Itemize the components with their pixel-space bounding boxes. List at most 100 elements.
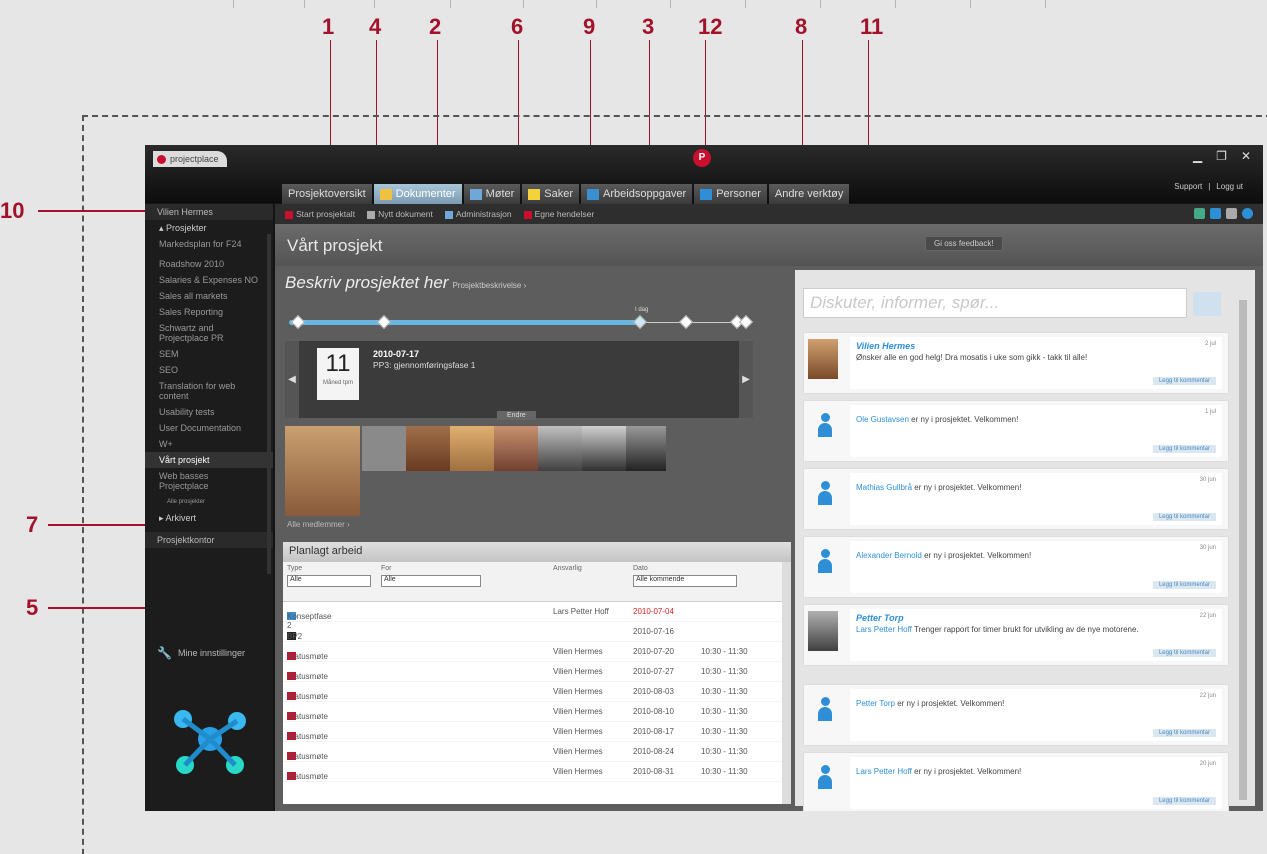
sidebar-scrollbar[interactable]	[267, 234, 271, 574]
for-select[interactable]: Alle	[381, 575, 481, 587]
planned-scrollbar[interactable]	[782, 562, 791, 804]
sidebar-item[interactable]: Schwartz and Projectplace PR	[145, 320, 273, 346]
add-comment-button[interactable]: Legg til kommentar	[1152, 649, 1216, 657]
minimize-icon[interactable]: ▁	[1193, 149, 1202, 163]
row-date: 2010-08-17	[633, 727, 674, 736]
post-mention[interactable]: Lars Petter Hoff	[856, 625, 912, 634]
milestone-marker[interactable]	[290, 314, 306, 330]
tab-documents[interactable]: Dokumenter	[373, 184, 462, 204]
member-avatar[interactable]	[582, 426, 626, 471]
close-icon[interactable]: ✕	[1241, 149, 1251, 163]
print-icon[interactable]	[1226, 208, 1237, 219]
table-row[interactable]: Statusmøte Vilien Hermes 2010-08-17 10:30 -…	[283, 722, 791, 742]
row-responsible: Vilien Hermes	[553, 727, 603, 736]
post-user-link[interactable]: Petter Torp	[856, 699, 895, 708]
post-author[interactable]: Vilien Hermes	[856, 341, 915, 351]
post-user-link[interactable]: Lars Petter Hoff	[856, 767, 912, 776]
sidebar-user[interactable]: Vilien Hermes	[145, 204, 273, 220]
sidebar-item[interactable]: Roadshow 2010	[145, 256, 273, 272]
sidebar-item[interactable]: Salaries & Expenses NO	[145, 272, 273, 288]
support-link[interactable]: Support	[1174, 182, 1202, 191]
feed-scrollbar[interactable]	[1239, 300, 1247, 800]
table-row[interactable]: Statusmøte Vilien Hermes 2010-08-03 10:30 -…	[283, 682, 791, 702]
table-row[interactable]: Statusmøte Vilien Hermes 2010-08-10 10:30 -…	[283, 702, 791, 722]
feedback-button[interactable]: Gi oss feedback!	[925, 236, 1003, 251]
milestone-next[interactable]: ▶	[739, 341, 753, 418]
type-select[interactable]: Alle	[287, 575, 371, 587]
restore-icon[interactable]: ❐	[1216, 149, 1227, 163]
member-avatar[interactable]	[285, 426, 360, 516]
callout-3: 3	[642, 14, 655, 39]
sidebar-item[interactable]: W+	[145, 436, 273, 452]
sidebar-item[interactable]: Translation for web content	[145, 378, 273, 404]
table-row[interactable]: Statusmøte Vilien Hermes 2010-07-20 10:30 -…	[283, 642, 791, 662]
add-comment-button[interactable]: Legg til kommentar	[1152, 445, 1216, 453]
milestone-marker[interactable]	[376, 314, 392, 330]
member-avatar[interactable]	[450, 426, 494, 471]
toolbar-events-link[interactable]: Egne hendelser	[523, 209, 594, 219]
sidebar-project-office[interactable]: Prosjektkontor	[145, 532, 273, 548]
member-avatar[interactable]	[406, 426, 450, 471]
sidebar-item-selected[interactable]: Vårt prosjekt	[145, 452, 273, 468]
user-avatar[interactable]	[808, 611, 838, 651]
show-all-projects[interactable]: Alle prosjekter	[145, 494, 273, 510]
project-timeline[interactable]: I dag	[289, 307, 754, 330]
toolbar-start-link[interactable]: Start prosjektalt	[285, 209, 355, 219]
sidebar-item[interactable]: SEO	[145, 362, 273, 378]
toolbar-new-doc-link[interactable]: Nytt dokument	[367, 209, 433, 219]
logout-link[interactable]: Logg ut	[1216, 182, 1243, 191]
project-description[interactable]: Beskriv prosjektet her Prosjektbeskrivels…	[285, 273, 526, 293]
member-avatar[interactable]	[626, 426, 666, 471]
add-comment-button[interactable]: Legg til kommentar	[1152, 377, 1216, 385]
post-button[interactable]	[1193, 292, 1221, 316]
milestone-prev[interactable]: ◀	[285, 341, 299, 418]
feed-input[interactable]: Diskuter, informer, spør...	[803, 288, 1187, 318]
tab-tasks[interactable]: Arbeidsoppgaver	[581, 184, 693, 204]
table-row[interactable]: BP2 2010-07-16	[283, 622, 791, 642]
sidebar-item[interactable]: Sales all markets	[145, 288, 273, 304]
milestone-marker[interactable]	[632, 314, 648, 330]
add-comment-button[interactable]: Legg til kommentar	[1152, 581, 1216, 589]
tab-meetings[interactable]: Møter	[463, 184, 521, 204]
callout-8: 8	[795, 14, 808, 39]
tab-project-overview[interactable]: Prosjektoversikt	[282, 184, 372, 204]
sync-icon[interactable]	[1210, 208, 1221, 219]
add-comment-button[interactable]: Legg til kommentar	[1152, 729, 1216, 737]
table-row[interactable]: Statusmøte Vilien Hermes 2010-08-31 10:30 -…	[283, 762, 791, 782]
member-avatar[interactable]	[362, 426, 406, 471]
post-user-link[interactable]: Alexander Bernold	[856, 551, 922, 560]
tab-people[interactable]: Personer	[694, 184, 767, 204]
all-members-link[interactable]: Alle medlemmer ›	[287, 520, 350, 529]
add-comment-button[interactable]: Legg til kommentar	[1152, 797, 1216, 805]
sidebar-projects-header[interactable]: ▴ Prosjekter	[145, 220, 273, 236]
sidebar-item[interactable]: Web basses Projectplace	[145, 468, 273, 494]
row-date: 2010-07-04	[633, 607, 674, 616]
milestone-marker[interactable]	[678, 314, 694, 330]
member-avatar[interactable]	[494, 426, 538, 471]
user-avatar[interactable]	[808, 339, 838, 379]
tab-other-tools[interactable]: Andre verktøy	[768, 184, 850, 204]
toolbar-admin-link[interactable]: Administrasjon	[444, 209, 512, 219]
export-icon[interactable]	[1194, 208, 1205, 219]
help-icon[interactable]	[1242, 208, 1253, 219]
table-row[interactable]: Konseptfase 2 Lars Petter Hoff 2010-07-04	[283, 602, 791, 630]
sidebar-item[interactable]: SEM	[145, 346, 273, 362]
sidebar-archived[interactable]: ▸ Arkivert	[145, 510, 273, 526]
table-row[interactable]: Statusmøte Vilien Hermes 2010-08-24 10:30 -…	[283, 742, 791, 762]
post-author[interactable]: Petter Torp	[856, 613, 904, 623]
post-user-link[interactable]: Mathias Gullbrå	[856, 483, 912, 492]
sidebar-item[interactable]: Markedsplan for F24	[145, 236, 273, 252]
sidebar-item[interactable]: Usability tests	[145, 404, 273, 420]
my-settings[interactable]: 🔧 Mine innstillinger	[157, 646, 245, 660]
member-avatar[interactable]	[538, 426, 582, 471]
table-row[interactable]: Statusmøte Vilien Hermes 2010-07-27 10:30 -…	[283, 662, 791, 682]
date-select[interactable]: Alle kommende	[633, 575, 737, 587]
milestone-marker[interactable]	[738, 314, 754, 330]
sidebar-item[interactable]: Sales Reporting	[145, 304, 273, 320]
edit-milestone-button[interactable]: Endre	[497, 411, 536, 420]
sidebar-item[interactable]: User Documentation	[145, 420, 273, 436]
post-user-link[interactable]: Ole Gustavsen	[856, 415, 909, 424]
tab-issues[interactable]: Saker	[522, 184, 580, 204]
add-comment-button[interactable]: Legg til kommentar	[1152, 513, 1216, 521]
project-description-link[interactable]: Prosjektbeskrivelse ›	[452, 281, 526, 290]
